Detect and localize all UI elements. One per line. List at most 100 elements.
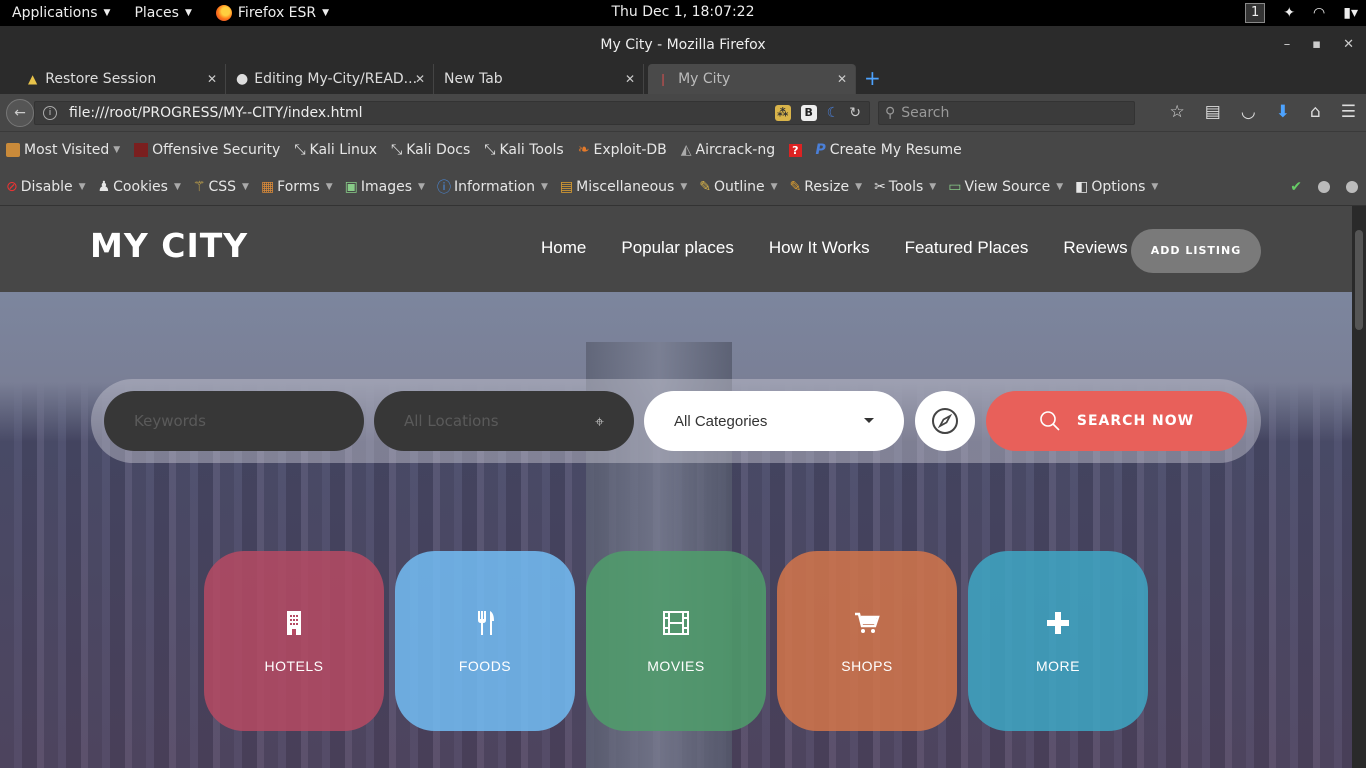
devbar-label: Options — [1091, 178, 1146, 195]
search-panel: Keywords All Locations ⌖ All Categories … — [91, 379, 1261, 463]
devbar-view-source[interactable]: ▭ View Source ▼ — [948, 179, 1063, 195]
devbar-disable[interactable]: ⊘ Disable ▼ — [6, 179, 86, 195]
category-tile-shops[interactable]: SHOPS — [777, 551, 957, 731]
bold-addon-icon[interactable]: B — [800, 105, 817, 121]
applications-menu[interactable]: Applications ▼ — [0, 0, 122, 26]
url-bar[interactable]: i file:///root/PROGRESS/MY--CITY/index.h… — [34, 101, 870, 125]
category-tile-movies[interactable]: MOVIES — [586, 551, 766, 731]
status-dot-icon[interactable] — [1318, 181, 1330, 193]
compass-button[interactable] — [915, 391, 975, 451]
bookmark-exploit-db[interactable]: ❧ Exploit-DB — [578, 142, 667, 158]
workspace-indicator[interactable]: 1 — [1245, 3, 1266, 23]
search-icon — [1040, 411, 1060, 431]
bookmark-label: Kali Docs — [406, 142, 471, 158]
bookmark-kali-docs[interactable]: ⤡ Kali Docs — [391, 142, 470, 158]
devbar-tools[interactable]: ✂ Tools ▼ — [874, 179, 936, 195]
url-text: file:///root/PROGRESS/MY--CITY/index.htm… — [69, 105, 363, 121]
devbar-options[interactable]: ◧ Options ▼ — [1075, 179, 1158, 195]
devbar-cookies[interactable]: ♟ Cookies ▼ — [98, 179, 181, 195]
wifi-icon[interactable]: ◠ — [1313, 5, 1325, 21]
devbar-css[interactable]: ⚚ CSS ▼ — [193, 179, 249, 195]
minimize-icon[interactable]: – — [1284, 26, 1291, 64]
tab-restore-session[interactable]: ▲ Restore Session ✕ — [18, 64, 226, 94]
category-label: FOODS — [458, 658, 512, 674]
chevron-down-icon: ▼ — [929, 181, 937, 192]
nav-popular-places[interactable]: Popular places — [621, 238, 733, 258]
bookmark-create-my-resume[interactable]: P Create My Resume — [816, 142, 962, 158]
search-now-label: SEARCH NOW — [1076, 413, 1195, 429]
forms-icon: ▦ — [260, 178, 275, 195]
search-now-button[interactable]: SEARCH NOW — [986, 391, 1247, 451]
devbar-label: Cookies — [113, 178, 168, 195]
search-bar[interactable]: ⚲ Search — [878, 101, 1135, 125]
status-dot-icon[interactable] — [1346, 181, 1358, 193]
close-icon[interactable]: ✕ — [207, 72, 217, 86]
bookmark-kali-linux[interactable]: ⤡ Kali Linux — [294, 142, 377, 158]
battery-icon[interactable]: ▮▾ — [1343, 5, 1358, 21]
users-icon[interactable]: ✦ — [1283, 5, 1295, 21]
devbar-label: View Source — [964, 178, 1051, 195]
places-menu[interactable]: Places ▼ — [122, 0, 203, 26]
category-tile-more[interactable]: MORE — [968, 551, 1148, 731]
plus-icon — [1047, 612, 1069, 634]
bookmark-help[interactable]: ? — [789, 143, 802, 157]
bookmark-most-visited[interactable]: Most Visited ▼ — [6, 142, 120, 158]
firefox-app-menu[interactable]: Firefox ESR ▼ — [204, 0, 341, 26]
checkmark-icon[interactable]: ✔ — [1290, 179, 1302, 195]
nav-reviews[interactable]: Reviews — [1063, 238, 1127, 258]
close-icon[interactable]: ✕ — [415, 72, 425, 86]
reload-icon[interactable]: ↻ — [849, 105, 861, 121]
nav-how-it-works[interactable]: How It Works — [769, 238, 870, 258]
bookmark-offensive-security[interactable]: Offensive Security — [134, 142, 280, 158]
location-input[interactable]: All Locations ⌖ — [374, 391, 634, 451]
addon-icon[interactable]: ⁂ — [774, 105, 791, 121]
chevron-down-icon: ▼ — [78, 181, 86, 192]
category-tile-foods[interactable]: FOODS — [395, 551, 575, 731]
scrollbar-thumb[interactable] — [1355, 230, 1363, 330]
pocket-icon[interactable]: ◡ — [1241, 102, 1256, 122]
maximize-icon[interactable]: ▪ — [1312, 26, 1321, 64]
navigation-bar: ← i file:///root/PROGRESS/MY--CITY/index… — [0, 94, 1366, 132]
menu-icon[interactable]: ☰ — [1341, 102, 1356, 122]
tab-new-tab[interactable]: New Tab ✕ — [434, 64, 644, 94]
keywords-input[interactable]: Keywords — [104, 391, 364, 451]
add-listing-button[interactable]: ADD LISTING — [1131, 229, 1261, 273]
nav-home[interactable]: Home — [541, 238, 586, 258]
category-select[interactable]: All Categories — [644, 391, 904, 451]
aircrack-icon: ◭ — [680, 142, 692, 158]
compass-icon — [932, 408, 958, 434]
reading-list-icon[interactable]: ▤ — [1205, 102, 1221, 122]
system-tray: 1 ✦ ◠ ▮▾ — [1245, 0, 1358, 26]
crosshair-icon[interactable]: ⌖ — [595, 412, 604, 432]
cart-icon — [855, 612, 880, 633]
close-icon[interactable]: ✕ — [1343, 26, 1354, 64]
bookmark-kali-tools[interactable]: ⤡ Kali Tools — [484, 142, 563, 158]
bookmark-star-icon[interactable]: ☆ — [1170, 102, 1185, 122]
keywords-placeholder: Keywords — [134, 412, 206, 430]
close-icon[interactable]: ✕ — [837, 72, 847, 86]
chevron-down-icon: ▼ — [184, 8, 192, 18]
site-logo[interactable]: MY CITY — [90, 226, 248, 265]
home-icon[interactable]: ⌂ — [1310, 102, 1321, 122]
new-tab-button[interactable]: + — [864, 68, 881, 88]
devbar-miscellaneous[interactable]: ▤ Miscellaneous ▼ — [560, 179, 687, 195]
category-tile-hotels[interactable]: HOTELS — [204, 551, 384, 731]
tab-bar: ▲ Restore Session ✕ ● Editing My-City/RE… — [0, 64, 1366, 94]
view-source-icon: ▭ — [948, 178, 962, 195]
devbar-outline[interactable]: ✎ Outline ▼ — [699, 179, 777, 195]
back-button[interactable]: ← — [6, 99, 34, 127]
web-developer-toolbar: ⊘ Disable ▼ ♟ Cookies ▼ ⚚ CSS ▼ ▦ Forms ▼ ▣ Image… — [0, 168, 1366, 206]
moon-icon[interactable]: ☾ — [827, 105, 840, 121]
devbar-information[interactable]: ⓘ Information ▼ — [437, 177, 548, 197]
devbar-images[interactable]: ▣ Images ▼ — [345, 179, 425, 195]
devbar-label: Outline — [713, 178, 765, 195]
tab-my-city[interactable]: ❘ My City ✕ — [648, 64, 856, 94]
close-icon[interactable]: ✕ — [625, 72, 635, 86]
info-icon[interactable]: i — [43, 106, 57, 120]
nav-featured-places[interactable]: Featured Places — [905, 238, 1029, 258]
devbar-forms[interactable]: ▦ Forms ▼ — [261, 179, 333, 195]
devbar-resize[interactable]: ✎ Resize ▼ — [790, 179, 863, 195]
tab-editing-readme[interactable]: ● Editing My-City/READ... ✕ — [226, 64, 434, 94]
download-icon[interactable]: ⬇ — [1276, 102, 1290, 122]
bookmark-aircrack-ng[interactable]: ◭ Aircrack-ng — [681, 142, 775, 158]
